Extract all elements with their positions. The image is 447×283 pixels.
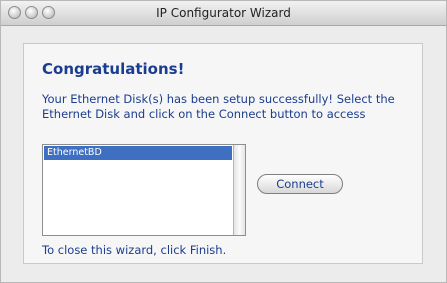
wizard-window: IP Configurator Wizard Congratulations! … xyxy=(0,0,447,283)
list-item[interactable]: EthernetBD xyxy=(44,146,232,160)
window-title: IP Configurator Wizard xyxy=(156,6,291,20)
page-title: Congratulations! xyxy=(42,60,185,78)
instructions-text: Your Ethernet Disk(s) has been setup suc… xyxy=(42,92,395,121)
scrollbar[interactable] xyxy=(233,145,245,235)
footer-text: To close this wizard, click Finish. xyxy=(42,243,227,257)
disk-list[interactable]: EthernetBD xyxy=(42,144,246,236)
wizard-panel: Congratulations! Your Ethernet Disk(s) h… xyxy=(23,43,423,264)
title-bar[interactable]: IP Configurator Wizard xyxy=(1,1,446,26)
connect-button[interactable]: Connect xyxy=(257,174,343,194)
